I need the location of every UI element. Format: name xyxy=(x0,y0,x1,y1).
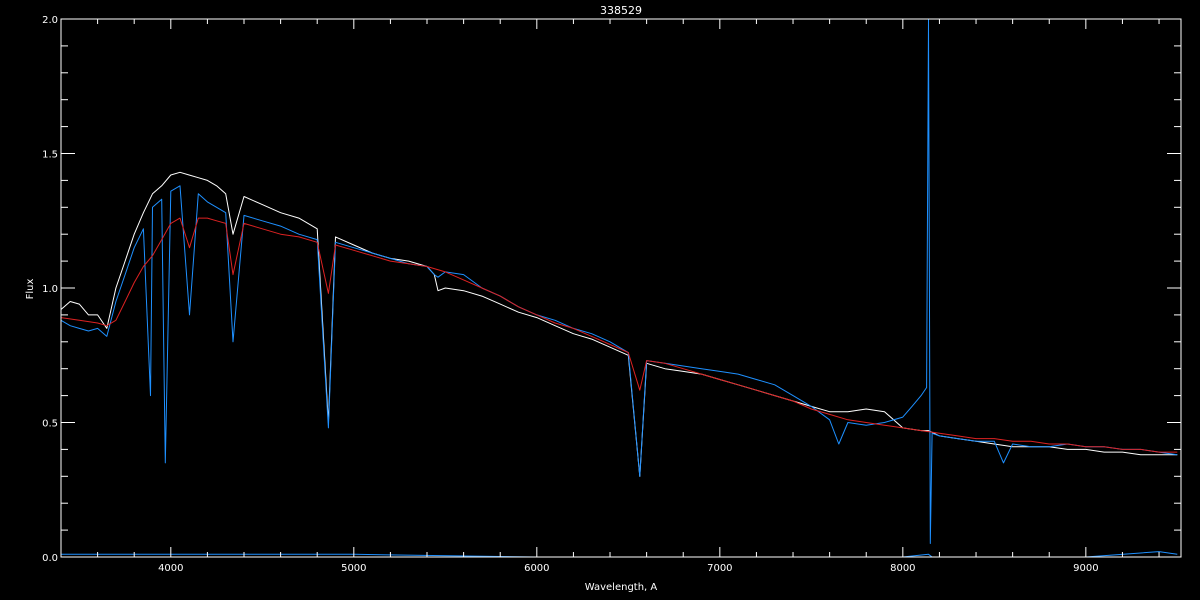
series-line-1 xyxy=(60,18,1178,544)
ticks-layer: 4000 5000 6000 7000 8000 9000 0.0 0.5 1.0 1.5 2.0 xyxy=(42,15,1181,574)
x-axis-label: Wavelength, A xyxy=(585,582,658,593)
y-tick-label: 1.5 xyxy=(42,150,58,161)
y-tick-label: 0.5 xyxy=(42,419,58,430)
x-tick-label: 9000 xyxy=(1073,563,1098,574)
chart-title: 338529 xyxy=(600,4,642,17)
x-tick-label: 6000 xyxy=(524,563,549,574)
x-tick-label: 4000 xyxy=(158,563,183,574)
y-axis-label: Flux xyxy=(25,279,36,300)
y-tick-label: 0.0 xyxy=(42,553,58,564)
y-tick-label: 1.0 xyxy=(42,284,58,295)
spectrum-chart: 338529 Wavelength, A Flux 4000 5000 6000 70… xyxy=(25,4,1182,593)
x-tick-label: 7000 xyxy=(707,563,732,574)
plot-frame xyxy=(60,18,1182,558)
x-tick-label: 5000 xyxy=(341,563,366,574)
series-layer xyxy=(60,18,1178,558)
y-tick-label: 2.0 xyxy=(42,15,58,26)
series-line-3 xyxy=(61,551,1178,558)
series-line-0 xyxy=(60,171,1178,477)
x-tick-label: 8000 xyxy=(890,563,915,574)
